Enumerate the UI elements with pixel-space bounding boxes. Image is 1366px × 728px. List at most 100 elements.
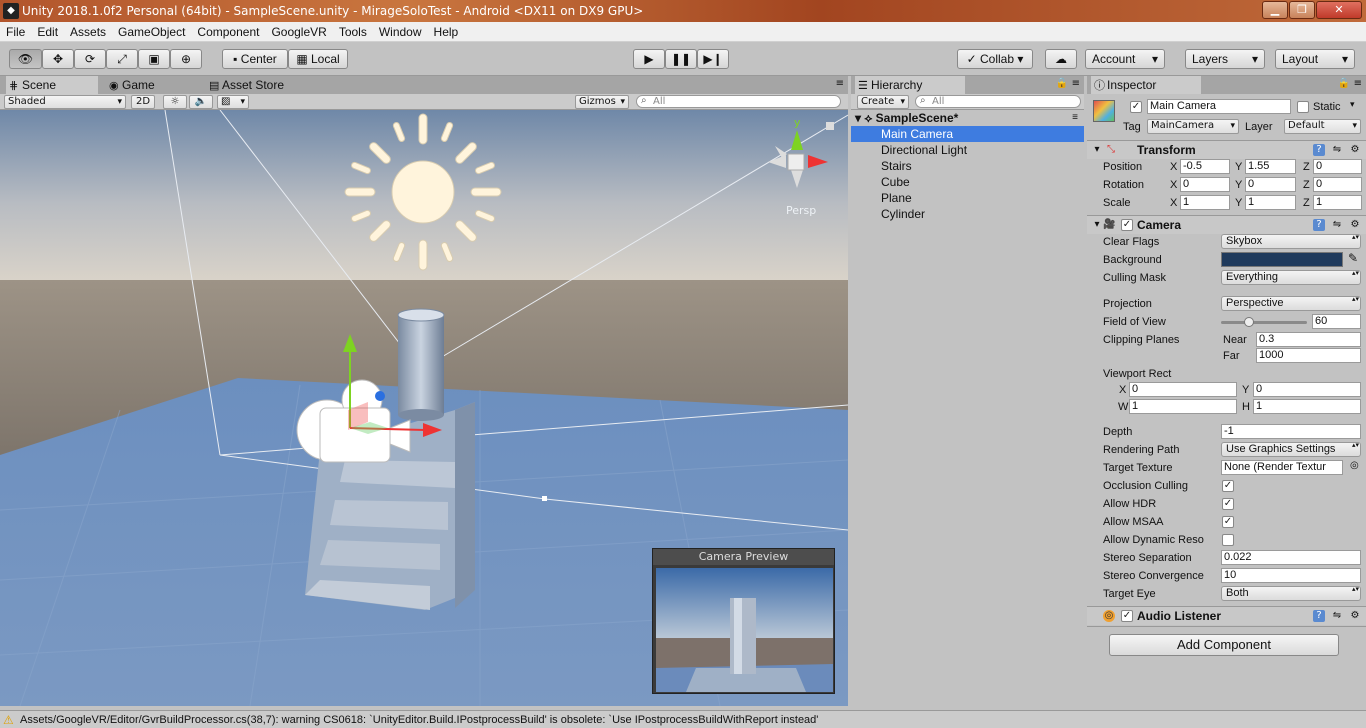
preset-icon[interactable]: ⇋	[1331, 219, 1343, 231]
menu-window[interactable]: Window	[373, 22, 428, 42]
shading-mode-dropdown[interactable]: Shaded	[4, 95, 126, 109]
rotation-x-field[interactable]: 0	[1180, 177, 1230, 192]
maximize-icon[interactable]: ❐	[1289, 1, 1315, 19]
culling-mask-dropdown[interactable]: Everything	[1221, 270, 1361, 285]
menu-tools[interactable]: Tools	[333, 22, 373, 42]
allow-dynamic-checkbox[interactable]	[1222, 534, 1234, 546]
pause-icon[interactable]: ❚❚	[665, 49, 697, 69]
hierarchy-item-plane[interactable]: Plane	[851, 190, 1084, 206]
menu-assets[interactable]: Assets	[64, 22, 112, 42]
viewport-w-field[interactable]: 1	[1129, 399, 1237, 414]
camera-enabled-checkbox[interactable]: ✓	[1121, 219, 1133, 231]
occlusion-culling-checkbox[interactable]: ✓	[1222, 480, 1234, 492]
hierarchy-item-cylinder[interactable]: Cylinder	[851, 206, 1084, 222]
static-dropdown-icon[interactable]: ▾	[1350, 100, 1355, 110]
tab-hierarchy[interactable]: ☰ Hierarchy	[855, 76, 965, 94]
position-x-field[interactable]: -0.5	[1180, 159, 1230, 174]
far-field[interactable]: 1000	[1256, 348, 1361, 363]
object-picker-icon[interactable]: ◎	[1350, 460, 1359, 471]
play-icon[interactable]: ▶	[633, 49, 665, 69]
rotation-y-field[interactable]: 0	[1245, 177, 1296, 192]
eyedropper-icon[interactable]: ✎	[1348, 251, 1358, 265]
tag-dropdown[interactable]: MainCamera	[1147, 119, 1239, 134]
panel-menu-icon[interactable]: ≡	[836, 78, 844, 89]
hierarchy-scene-row[interactable]: ▾ ⟡ SampleScene* ≡	[851, 110, 1084, 126]
rendering-path-dropdown[interactable]: Use Graphics Settings	[1221, 442, 1361, 457]
account-button[interactable]: Account ▾	[1085, 49, 1165, 69]
status-bar[interactable]: ⚠ Assets/GoogleVR/Editor/GvrBuildProcess…	[0, 710, 1366, 728]
help-icon[interactable]: ?	[1313, 144, 1325, 156]
collab-button[interactable]: ✓ Collab ▾	[957, 49, 1033, 69]
audio-toggle-icon[interactable]: 🔈	[189, 95, 213, 109]
fov-slider[interactable]	[1221, 317, 1307, 327]
pivot-local-button[interactable]: ▦ Local	[288, 49, 348, 69]
preset-icon[interactable]: ⇋	[1331, 144, 1343, 156]
target-eye-dropdown[interactable]: Both	[1221, 586, 1361, 601]
lighting-toggle-icon[interactable]: ☼	[163, 95, 187, 109]
minimize-icon[interactable]: ▁	[1262, 1, 1288, 19]
rotation-z-field[interactable]: 0	[1313, 177, 1362, 192]
transform-tool-icon[interactable]: ⊕	[170, 49, 202, 69]
fov-slider-thumb[interactable]	[1244, 317, 1255, 327]
transform-component-header[interactable]: ▾ ⤡ Transform ? ⇋ ⚙	[1087, 140, 1366, 159]
target-texture-field[interactable]: None (Render Textur	[1221, 460, 1343, 475]
near-field[interactable]: 0.3	[1256, 332, 1361, 347]
menu-edit[interactable]: Edit	[31, 22, 64, 42]
scene-viewport[interactable]: y Persp Camera Preview	[0, 110, 848, 706]
menu-googlevr[interactable]: GoogleVR	[265, 22, 332, 42]
stereo-convergence-field[interactable]: 10	[1221, 568, 1361, 583]
scale-x-field[interactable]: 1	[1180, 195, 1230, 210]
viewport-y-field[interactable]: 0	[1253, 382, 1361, 397]
hierarchy-item-cube[interactable]: Cube	[851, 174, 1084, 190]
menu-gameobject[interactable]: GameObject	[112, 22, 191, 42]
viewport-h-field[interactable]: 1	[1253, 399, 1361, 414]
fov-field[interactable]: 60	[1312, 314, 1361, 329]
move-tool-icon[interactable]: ✥	[42, 49, 74, 69]
gizmos-dropdown[interactable]: Gizmos	[575, 95, 629, 109]
pivot-center-button[interactable]: ▪ Center	[222, 49, 288, 69]
static-checkbox[interactable]	[1297, 101, 1309, 113]
camera-component-header[interactable]: ▾ 🎥 ✓ Camera ? ⇋ ⚙	[1087, 215, 1366, 234]
menu-component[interactable]: Component	[191, 22, 265, 42]
hierarchy-item-main-camera[interactable]: Main Camera	[851, 126, 1084, 142]
position-z-field[interactable]: 0	[1313, 159, 1362, 174]
menu-help[interactable]: Help	[428, 22, 465, 42]
position-y-field[interactable]: 1.55	[1245, 159, 1296, 174]
viewport-x-field[interactable]: 0	[1129, 382, 1237, 397]
depth-field[interactable]: -1	[1221, 424, 1361, 439]
clear-flags-dropdown[interactable]: Skybox	[1221, 234, 1361, 249]
hand-tool-icon[interactable]: 👁	[9, 49, 42, 69]
panel-menu-icon[interactable]: ≡	[1354, 78, 1362, 89]
panel-menu-icon[interactable]: ≡	[1072, 78, 1080, 89]
layers-button[interactable]: Layers ▾	[1185, 49, 1265, 69]
effects-toggle-icon[interactable]: ▨	[217, 95, 249, 109]
background-color-swatch[interactable]	[1221, 252, 1343, 267]
cloud-icon[interactable]: ☁	[1045, 49, 1077, 69]
tab-asset-store[interactable]: ▤ Asset Store	[206, 76, 316, 94]
preset-icon[interactable]: ⇋	[1331, 610, 1343, 622]
allow-msaa-checkbox[interactable]: ✓	[1222, 516, 1234, 528]
projection-dropdown[interactable]: Perspective	[1221, 296, 1361, 311]
tab-inspector[interactable]: ⓘ Inspector	[1091, 76, 1201, 94]
close-icon[interactable]: ✕	[1316, 1, 1362, 19]
active-checkbox[interactable]: ✓	[1130, 101, 1142, 113]
stereo-separation-field[interactable]: 0.022	[1221, 550, 1361, 565]
scene-search-input[interactable]: All	[636, 95, 841, 108]
tab-game[interactable]: ◉ Game	[106, 76, 198, 94]
help-icon[interactable]: ?	[1313, 219, 1325, 231]
layout-button[interactable]: Layout ▾	[1275, 49, 1355, 69]
create-dropdown[interactable]: Create	[857, 95, 909, 109]
allow-hdr-checkbox[interactable]: ✓	[1222, 498, 1234, 510]
lock-icon[interactable]: 🔒	[1056, 78, 1068, 89]
tab-scene[interactable]: ⋕ Scene	[6, 76, 98, 94]
lock-icon[interactable]: 🔒	[1338, 78, 1350, 89]
hierarchy-item-directional-light[interactable]: Directional Light	[851, 142, 1084, 158]
foldout-arrow-icon[interactable]: ▾	[1091, 144, 1103, 156]
audio-listener-enabled-checkbox[interactable]: ✓	[1121, 610, 1133, 622]
rect-tool-icon[interactable]: ▣	[138, 49, 170, 69]
scale-tool-icon[interactable]: ⤢	[106, 49, 138, 69]
object-name-field[interactable]: Main Camera	[1147, 99, 1291, 114]
scale-y-field[interactable]: 1	[1245, 195, 1296, 210]
frustum-handle[interactable]	[542, 496, 547, 501]
add-component-button[interactable]: Add Component	[1109, 634, 1339, 656]
